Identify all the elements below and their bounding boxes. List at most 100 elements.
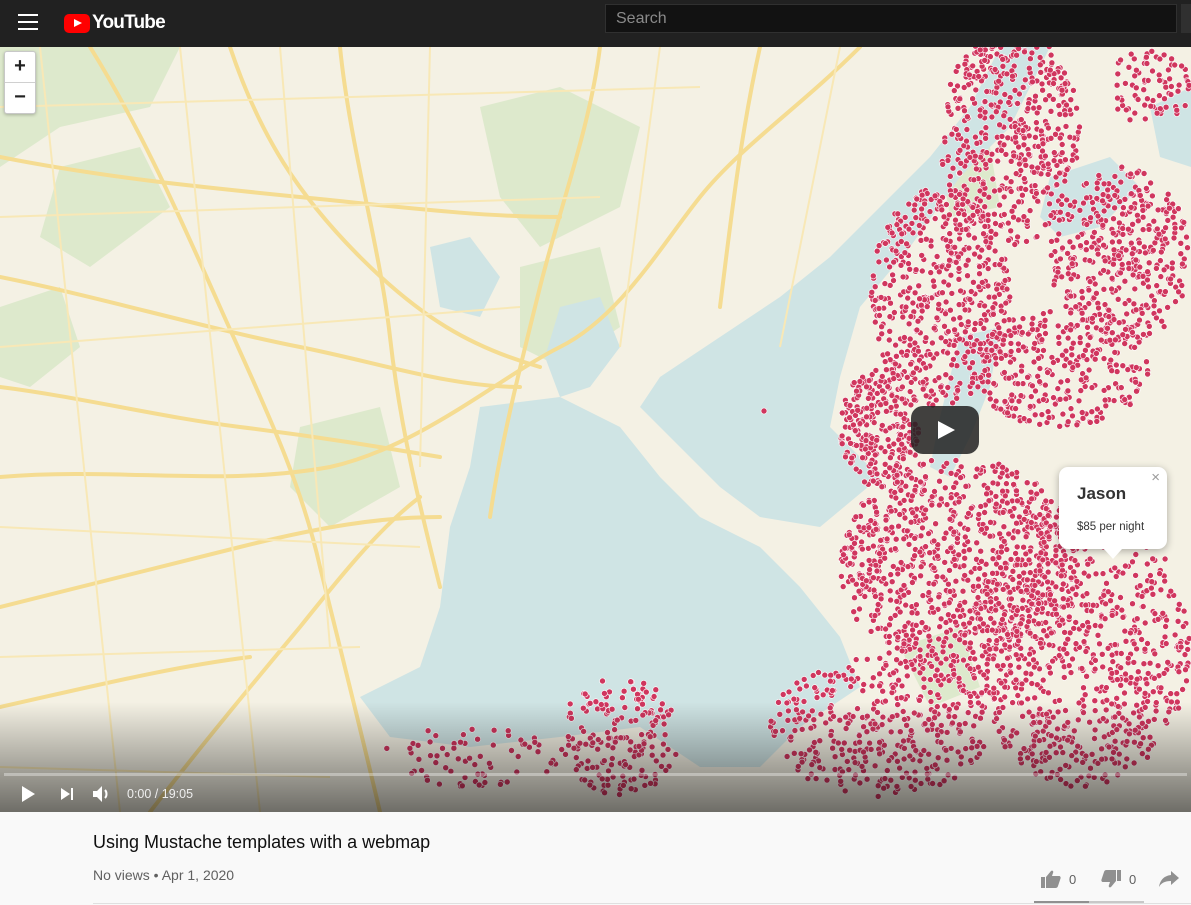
listing-marker [1085, 286, 1093, 294]
listing-marker [1123, 106, 1130, 114]
listing-marker [978, 246, 986, 254]
listing-marker [1083, 239, 1090, 246]
menu-icon[interactable] [18, 12, 38, 34]
listing-marker [930, 564, 938, 572]
listing-marker [1141, 101, 1148, 109]
listing-marker [887, 454, 894, 462]
listing-marker [954, 63, 962, 70]
listing-marker [1062, 123, 1070, 130]
listing-marker [1060, 603, 1067, 611]
listing-marker [847, 675, 855, 683]
listing-marker [947, 494, 955, 502]
listing-marker [1143, 60, 1151, 67]
listing-marker [1022, 186, 1029, 193]
zoom-out-button[interactable]: − [5, 82, 35, 113]
listing-marker [1076, 123, 1083, 131]
youtube-logo[interactable]: YouTube [64, 10, 166, 36]
listing-marker [1168, 55, 1175, 63]
listing-marker [1031, 480, 1039, 488]
dislike-button[interactable]: 0 [1101, 868, 1136, 890]
listing-marker [980, 191, 988, 198]
listing-marker [871, 318, 879, 326]
listing-marker [1120, 204, 1127, 211]
listing-marker [981, 203, 989, 210]
video-player[interactable]: + − × Jason $85 per night 0:00 / 19:05 [0, 47, 1191, 812]
listing-marker [1100, 180, 1108, 188]
listing-marker [884, 224, 892, 231]
listing-marker [854, 406, 862, 414]
listing-marker [1099, 191, 1107, 198]
volume-icon[interactable] [92, 785, 112, 803]
listing-marker [1145, 283, 1152, 291]
listing-marker [976, 47, 984, 54]
listing-marker [905, 320, 913, 328]
listing-marker [1156, 307, 1163, 315]
listing-marker [1122, 670, 1129, 678]
listing-marker [998, 307, 1005, 315]
next-icon[interactable] [60, 785, 76, 803]
listing-marker [1093, 418, 1101, 425]
search-button[interactable] [1181, 4, 1191, 33]
listing-marker [1137, 192, 1144, 199]
listing-marker [1109, 238, 1116, 246]
listing-marker [973, 465, 981, 473]
listing-marker [998, 354, 1005, 362]
listing-marker [927, 242, 935, 250]
search-input[interactable] [605, 4, 1177, 33]
listing-marker [950, 528, 958, 536]
listing-marker [944, 328, 952, 335]
listing-marker [925, 632, 933, 640]
listing-marker [922, 392, 930, 400]
listing-marker [1133, 66, 1140, 74]
listing-marker [1013, 519, 1020, 527]
listing-marker [971, 625, 979, 632]
listing-marker [888, 523, 896, 531]
listing-marker [950, 612, 957, 620]
listing-marker [1009, 512, 1016, 520]
listing-marker [1140, 660, 1148, 668]
listing-marker [1020, 213, 1028, 220]
listing-marker [1111, 192, 1119, 199]
listing-marker [1185, 82, 1191, 89]
listing-marker [973, 539, 981, 547]
listing-marker [969, 379, 976, 387]
listing-marker [1153, 109, 1161, 117]
zoom-in-button[interactable]: + [5, 52, 35, 82]
listing-marker [957, 321, 965, 328]
listing-marker [1040, 347, 1047, 354]
listing-marker [1161, 235, 1169, 243]
listing-marker [870, 419, 878, 426]
listing-marker [948, 361, 956, 369]
listing-marker [904, 563, 912, 570]
play-icon[interactable] [20, 785, 36, 803]
listing-marker [977, 503, 985, 510]
listing-marker [888, 578, 896, 586]
large-play-button[interactable] [911, 406, 979, 454]
progress-bar[interactable] [4, 773, 1187, 776]
listing-marker [1078, 288, 1086, 295]
listing-marker [965, 244, 973, 252]
listing-marker [1079, 352, 1087, 359]
listing-marker [1127, 629, 1134, 637]
listing-marker [1021, 175, 1028, 182]
listing-marker [1088, 243, 1096, 251]
listing-marker [878, 422, 886, 429]
listing-marker [1086, 278, 1094, 285]
listing-marker [960, 84, 968, 91]
listing-marker [1004, 654, 1011, 662]
listing-marker [897, 410, 904, 418]
listing-marker [829, 687, 836, 694]
listing-marker [919, 378, 927, 386]
listing-marker [1045, 414, 1053, 421]
listing-marker [874, 625, 882, 632]
listing-marker [952, 259, 960, 266]
share-button[interactable] [1159, 868, 1187, 890]
close-icon[interactable]: × [1151, 469, 1160, 486]
listing-marker [1035, 104, 1043, 111]
listing-marker [956, 95, 964, 103]
listing-marker [1146, 330, 1153, 337]
listing-marker [932, 520, 939, 528]
like-button[interactable]: 0 [1041, 868, 1076, 890]
listing-marker [875, 258, 883, 266]
listing-marker [982, 161, 990, 168]
